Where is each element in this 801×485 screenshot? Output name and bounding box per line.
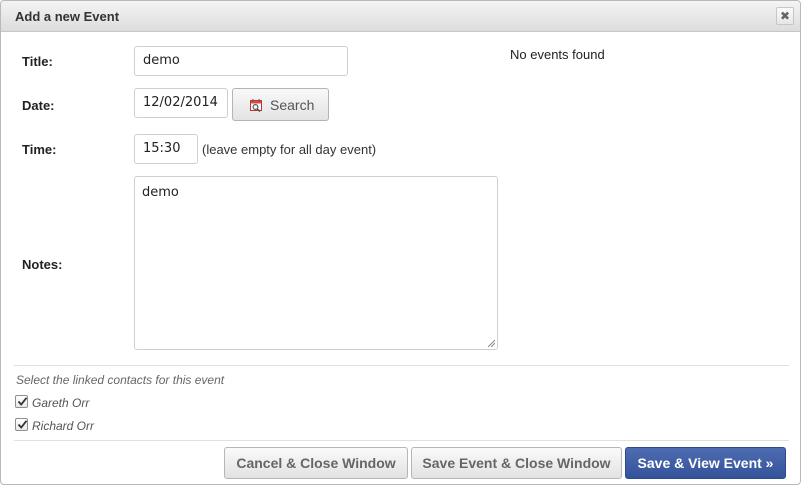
contact-name: Richard Orr xyxy=(32,419,95,433)
search-button-label: Search xyxy=(270,97,315,113)
save-view-button[interactable]: Save & View Event » xyxy=(625,447,786,479)
time-hint: (leave empty for all day event) xyxy=(202,142,377,157)
time-input[interactable]: 15:30 xyxy=(134,134,198,164)
checkmark-icon xyxy=(17,420,28,429)
contact-checkbox[interactable] xyxy=(15,418,28,431)
no-events-message: No events found xyxy=(510,47,605,62)
search-button[interactable]: Search xyxy=(232,88,329,121)
contacts-caption: Select the linked contacts for this even… xyxy=(16,373,225,387)
close-icon: ✖ xyxy=(779,9,791,23)
divider xyxy=(14,440,789,441)
date-input[interactable]: 12/02/2014 xyxy=(134,88,228,118)
time-label: Time: xyxy=(22,142,57,157)
calendar-search-icon xyxy=(250,99,262,112)
date-label: Date: xyxy=(22,98,55,113)
divider xyxy=(14,365,789,366)
close-button[interactable]: ✖ xyxy=(776,7,794,25)
cancel-close-button[interactable]: Cancel & Close Window xyxy=(224,447,408,479)
title-label: Title: xyxy=(22,54,53,69)
add-event-dialog: Add a new Event ✖ Title: demo Date: 12/0… xyxy=(0,0,801,485)
notes-textarea[interactable]: demo xyxy=(134,176,498,350)
contact-name: Gareth Orr xyxy=(32,396,90,410)
checkmark-icon xyxy=(17,397,28,406)
dialog-title: Add a new Event xyxy=(15,9,120,24)
resize-grip-icon[interactable] xyxy=(487,339,495,347)
title-input[interactable]: demo xyxy=(134,46,348,76)
notes-text: demo xyxy=(142,185,179,200)
contact-checkbox[interactable] xyxy=(15,395,28,408)
save-close-button[interactable]: Save Event & Close Window xyxy=(411,447,622,479)
notes-label: Notes: xyxy=(22,257,63,272)
dialog-titlebar: Add a new Event ✖ xyxy=(1,1,800,32)
